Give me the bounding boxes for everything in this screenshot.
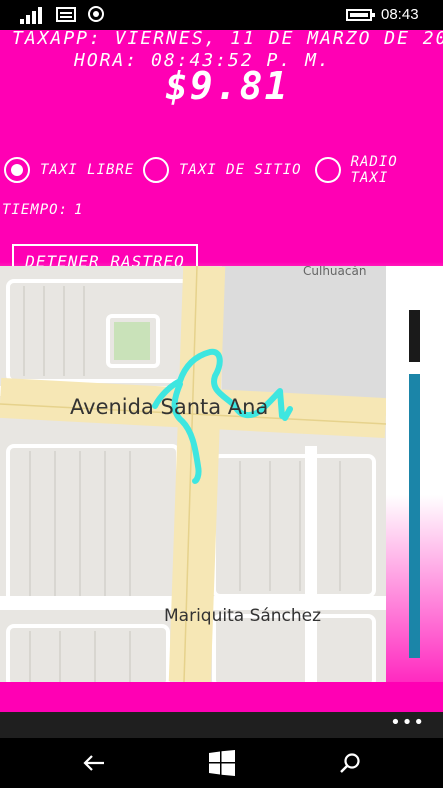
radio-label: TAXI DE SITIO: [179, 162, 302, 178]
radio-taxi-libre[interactable]: TAXI LIBRE: [4, 154, 134, 186]
map-view[interactable]: Avenida Santa Ana Mariquita Sánchez Culh…: [0, 266, 386, 682]
radio-taxi-de-sitio[interactable]: TAXI DE SITIO: [143, 154, 302, 186]
map-label-street: Mariquita Sánchez: [164, 606, 321, 626]
radio-selected-icon[interactable]: [4, 157, 30, 183]
signal-icon: [20, 6, 46, 24]
radio-label: TAXI LIBRE: [40, 162, 135, 178]
location-icon: [88, 6, 104, 22]
navigation-bar: [0, 738, 443, 788]
map-label-top: Culhuacán: [303, 266, 366, 278]
map-label-avenue: Avenida Santa Ana: [70, 395, 268, 419]
tiempo-label: TIEMPO:: [2, 202, 69, 218]
radio-unselected-icon[interactable]: [143, 157, 169, 183]
indicator-bar-blue: [409, 374, 420, 658]
app-bar: •••: [0, 712, 443, 738]
fare-amount: $9.81: [165, 64, 290, 108]
radio-radio-taxi[interactable]: RADIO TAXI: [315, 154, 443, 186]
back-icon[interactable]: [74, 748, 114, 778]
indicator-bar-dark: [409, 310, 420, 362]
windows-start-icon[interactable]: [202, 748, 242, 778]
battery-icon: [346, 9, 375, 21]
radio-unselected-icon[interactable]: [315, 157, 341, 183]
status-bar: 08:43: [0, 0, 443, 30]
tiempo-readout: TIEMPO: 1: [2, 202, 83, 218]
search-icon[interactable]: [330, 748, 370, 778]
more-options-icon[interactable]: •••: [390, 714, 425, 732]
header-date: TAXAPP: VIERNES, 11 DE MARZO DE 2016,: [12, 30, 443, 49]
tiempo-value: 1: [74, 202, 84, 218]
message-icon: [56, 7, 76, 22]
radio-label: RADIO TAXI: [350, 154, 398, 186]
status-time: 08:43: [381, 6, 419, 23]
